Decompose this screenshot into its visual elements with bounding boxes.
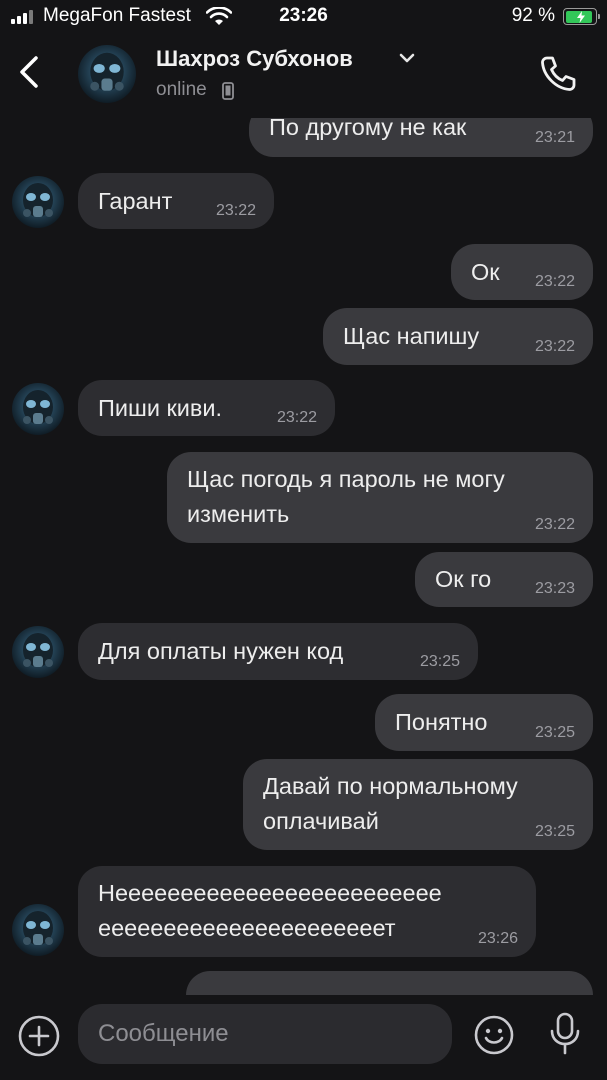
message-bubble-outgoing[interactable]: Щас погодь я пароль не могу изменить 23:…	[167, 452, 593, 543]
composer-bar	[0, 995, 607, 1080]
message-time: 23:25	[534, 724, 575, 741]
microphone-icon[interactable]	[547, 1011, 583, 1057]
status-bar: MegaFon Fastest 23:26 92 %	[0, 0, 607, 34]
battery-charging-icon	[563, 8, 600, 25]
message-input[interactable]	[78, 1004, 452, 1064]
message-time: 23:26	[477, 930, 518, 947]
battery-percent: 92 %	[511, 5, 555, 26]
message-bubble-incoming[interactable]: Неееееееееееееееееееееееее еееееееееееее…	[78, 866, 536, 957]
back-chevron-icon[interactable]	[10, 52, 50, 92]
message-text: Давай по нормальному оплачивай	[263, 773, 518, 834]
chat-screen: По другому не как 23:21 Гарант 23:22 Ок …	[0, 0, 607, 1080]
contact-status: online	[156, 79, 207, 100]
message-time: 23:23	[534, 580, 575, 597]
contact-name[interactable]: Шахроз Субхонов	[156, 46, 353, 72]
contact-avatar-icon[interactable]	[12, 383, 64, 435]
message-text: Для оплаты нужен код	[98, 638, 344, 664]
message-bubble-outgoing[interactable]: Понятно 23:25	[375, 694, 593, 751]
message-time: 23:22	[215, 202, 256, 219]
mobile-device-icon	[222, 82, 234, 100]
chat-header: Шахроз Субхонов online	[0, 34, 607, 118]
phone-icon[interactable]	[536, 52, 580, 96]
message-time: 23:21	[534, 129, 575, 146]
contact-avatar-icon[interactable]	[12, 904, 64, 956]
message-text: Щас погодь я пароль не могу изменить	[187, 466, 505, 527]
message-text: Неееееееееееееееееееееееее еееееееееееее…	[98, 880, 442, 941]
message-time: 23:25	[534, 823, 575, 840]
contact-avatar-icon[interactable]	[12, 626, 64, 678]
message-bubble-outgoing[interactable]: Давай по нормальному оплачивай 23:25	[243, 759, 593, 850]
message-time: 23:22	[534, 273, 575, 290]
contact-avatar-icon[interactable]	[12, 176, 64, 228]
message-time: 23:22	[534, 338, 575, 355]
contact-avatar-icon[interactable]	[78, 45, 136, 103]
message-bubble-outgoing[interactable]: Щас напишу 23:22	[323, 308, 593, 365]
emoji-icon[interactable]	[473, 1014, 515, 1056]
message-list[interactable]: По другому не как 23:21 Гарант 23:22 Ок …	[0, 0, 607, 995]
dropdown-chevron-icon[interactable]	[398, 52, 416, 64]
message-time: 23:25	[419, 653, 460, 670]
message-bubble-outgoing[interactable]: Ок 23:22	[451, 244, 593, 300]
message-bubble-incoming[interactable]: Пиши киви. 23:22	[78, 380, 335, 436]
message-bubble-incoming[interactable]: Для оплаты нужен код 23:25	[78, 623, 478, 680]
message-bubble-outgoing[interactable]: Ок го 23:23	[415, 552, 593, 607]
message-bubble-partial[interactable]	[186, 971, 593, 995]
message-time: 23:22	[276, 409, 317, 426]
plus-icon[interactable]	[17, 1014, 61, 1058]
message-bubble-incoming[interactable]: Гарант 23:22	[78, 173, 274, 229]
message-time: 23:22	[534, 516, 575, 533]
